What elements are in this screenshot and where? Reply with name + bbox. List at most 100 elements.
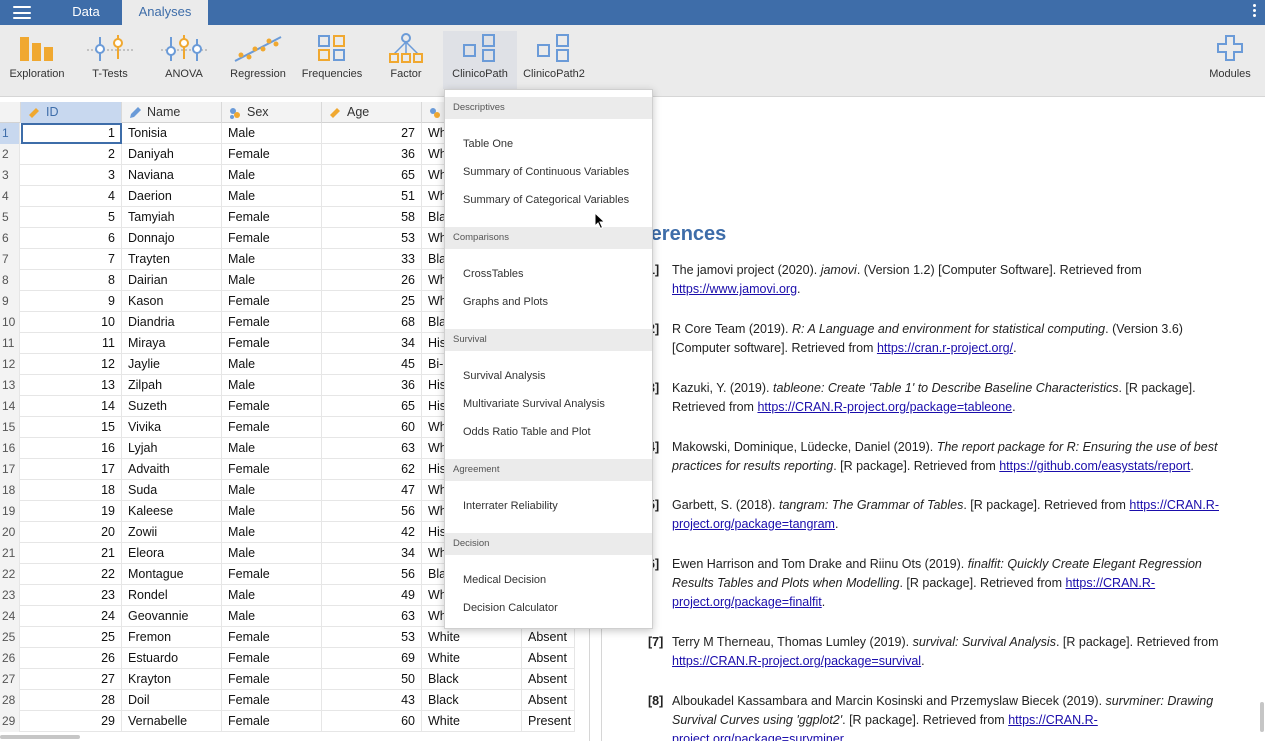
- cell-age[interactable]: 34: [322, 543, 422, 564]
- cell-age[interactable]: 53: [322, 627, 422, 648]
- column-header-id[interactable]: ID: [21, 102, 122, 123]
- cell-race[interactable]: Black: [422, 669, 522, 690]
- cell-name[interactable]: Vivika: [122, 417, 222, 438]
- cell-race[interactable]: White: [422, 711, 522, 732]
- cell-id[interactable]: 27: [21, 669, 122, 690]
- cell-outcome[interactable]: Absent: [522, 648, 575, 669]
- cell-age[interactable]: 26: [322, 270, 422, 291]
- cell-name[interactable]: Vernabelle: [122, 711, 222, 732]
- column-header-name[interactable]: Name: [122, 102, 222, 123]
- table-row[interactable]: 25 25 Fremon Female 53 White Absent: [0, 627, 575, 648]
- menu-item[interactable]: Summary of Categorical Variables: [463, 194, 629, 206]
- cell-age[interactable]: 43: [322, 690, 422, 711]
- cell-id[interactable]: 14: [21, 396, 122, 417]
- cell-race[interactable]: White: [422, 648, 522, 669]
- tab-analyses[interactable]: Analyses: [122, 0, 208, 25]
- cell-name[interactable]: Krayton: [122, 669, 222, 690]
- anova-button[interactable]: ANOVA: [147, 31, 221, 87]
- menu-item[interactable]: Graphs and Plots: [463, 296, 548, 308]
- cell-age[interactable]: 69: [322, 648, 422, 669]
- cell-outcome[interactable]: Absent: [522, 690, 575, 711]
- cell-name[interactable]: Eleora: [122, 543, 222, 564]
- cell-name[interactable]: Kaleese: [122, 501, 222, 522]
- cell-id[interactable]: 1: [21, 123, 122, 144]
- cell-age[interactable]: 65: [322, 396, 422, 417]
- cell-id[interactable]: 16: [21, 438, 122, 459]
- cell-name[interactable]: Rondel: [122, 585, 222, 606]
- cell-name[interactable]: Kason: [122, 291, 222, 312]
- cell-name[interactable]: Jaylie: [122, 354, 222, 375]
- cell-age[interactable]: 60: [322, 711, 422, 732]
- menu-item[interactable]: CrossTables: [463, 268, 524, 280]
- clinicopath-button[interactable]: ClinicoPath: [443, 31, 517, 89]
- cell-id[interactable]: 4: [21, 186, 122, 207]
- cell-id[interactable]: 9: [21, 291, 122, 312]
- menu-item[interactable]: Interrater Reliability: [463, 500, 558, 512]
- cell-name[interactable]: Lyjah: [122, 438, 222, 459]
- cell-sex[interactable]: Female: [222, 228, 322, 249]
- cell-age[interactable]: 58: [322, 207, 422, 228]
- horizontal-scrollbar[interactable]: [0, 735, 80, 739]
- cell-id[interactable]: 11: [21, 333, 122, 354]
- table-row[interactable]: 26 26 Estuardo Female 69 White Absent: [0, 648, 575, 669]
- menu-item[interactable]: Multivariate Survival Analysis: [463, 398, 605, 410]
- cell-id[interactable]: 2: [21, 144, 122, 165]
- t-tests-button[interactable]: T-Tests: [73, 31, 147, 87]
- cell-age[interactable]: 36: [322, 375, 422, 396]
- cell-name[interactable]: Daniyah: [122, 144, 222, 165]
- menu-item[interactable]: Survival Analysis: [463, 370, 546, 382]
- cell-id[interactable]: 19: [21, 501, 122, 522]
- cell-id[interactable]: 10: [21, 312, 122, 333]
- cell-id[interactable]: 8: [21, 270, 122, 291]
- cell-name[interactable]: Tamyiah: [122, 207, 222, 228]
- cell-sex[interactable]: Male: [222, 123, 322, 144]
- cell-race[interactable]: White: [422, 627, 522, 648]
- exploration-button[interactable]: Exploration: [0, 31, 74, 87]
- cell-id[interactable]: 20: [21, 522, 122, 543]
- cell-sex[interactable]: Female: [222, 417, 322, 438]
- cell-name[interactable]: Miraya: [122, 333, 222, 354]
- cell-id[interactable]: 6: [21, 228, 122, 249]
- cell-name[interactable]: Zilpah: [122, 375, 222, 396]
- cell-id[interactable]: 21: [21, 543, 122, 564]
- cell-name[interactable]: Estuardo: [122, 648, 222, 669]
- cell-id[interactable]: 25: [21, 627, 122, 648]
- column-header-age[interactable]: Age: [322, 102, 422, 123]
- cell-sex[interactable]: Male: [222, 606, 322, 627]
- menu-item[interactable]: Table One: [463, 138, 513, 150]
- cell-name[interactable]: Suda: [122, 480, 222, 501]
- table-row[interactable]: 27 27 Krayton Female 50 Black Absent: [0, 669, 575, 690]
- cell-name[interactable]: Dairian: [122, 270, 222, 291]
- cell-sex[interactable]: Male: [222, 480, 322, 501]
- cell-age[interactable]: 47: [322, 480, 422, 501]
- cell-name[interactable]: Donnajo: [122, 228, 222, 249]
- hamburger-menu-icon[interactable]: [13, 6, 31, 19]
- cell-age[interactable]: 36: [322, 144, 422, 165]
- cell-id[interactable]: 23: [21, 585, 122, 606]
- cell-outcome[interactable]: Absent: [522, 627, 575, 648]
- cell-race[interactable]: Black: [422, 690, 522, 711]
- cell-age[interactable]: 68: [322, 312, 422, 333]
- frequencies-button[interactable]: Frequencies: [295, 31, 369, 87]
- cell-sex[interactable]: Male: [222, 165, 322, 186]
- cell-age[interactable]: 27: [322, 123, 422, 144]
- cell-sex[interactable]: Female: [222, 669, 322, 690]
- cell-sex[interactable]: Male: [222, 543, 322, 564]
- cell-age[interactable]: 45: [322, 354, 422, 375]
- cell-age[interactable]: 60: [322, 417, 422, 438]
- cell-age[interactable]: 56: [322, 501, 422, 522]
- table-row[interactable]: 29 29 Vernabelle Female 60 White Present: [0, 711, 575, 732]
- cell-sex[interactable]: Male: [222, 270, 322, 291]
- cell-name[interactable]: Trayten: [122, 249, 222, 270]
- cell-age[interactable]: 34: [322, 333, 422, 354]
- more-options-icon[interactable]: [1253, 4, 1257, 19]
- cell-sex[interactable]: Male: [222, 438, 322, 459]
- cell-id[interactable]: 24: [21, 606, 122, 627]
- cell-sex[interactable]: Male: [222, 522, 322, 543]
- cell-sex[interactable]: Female: [222, 690, 322, 711]
- cell-age[interactable]: 63: [322, 606, 422, 627]
- cell-age[interactable]: 56: [322, 564, 422, 585]
- cell-name[interactable]: Montague: [122, 564, 222, 585]
- cell-sex[interactable]: Female: [222, 459, 322, 480]
- tab-data[interactable]: Data: [50, 0, 122, 25]
